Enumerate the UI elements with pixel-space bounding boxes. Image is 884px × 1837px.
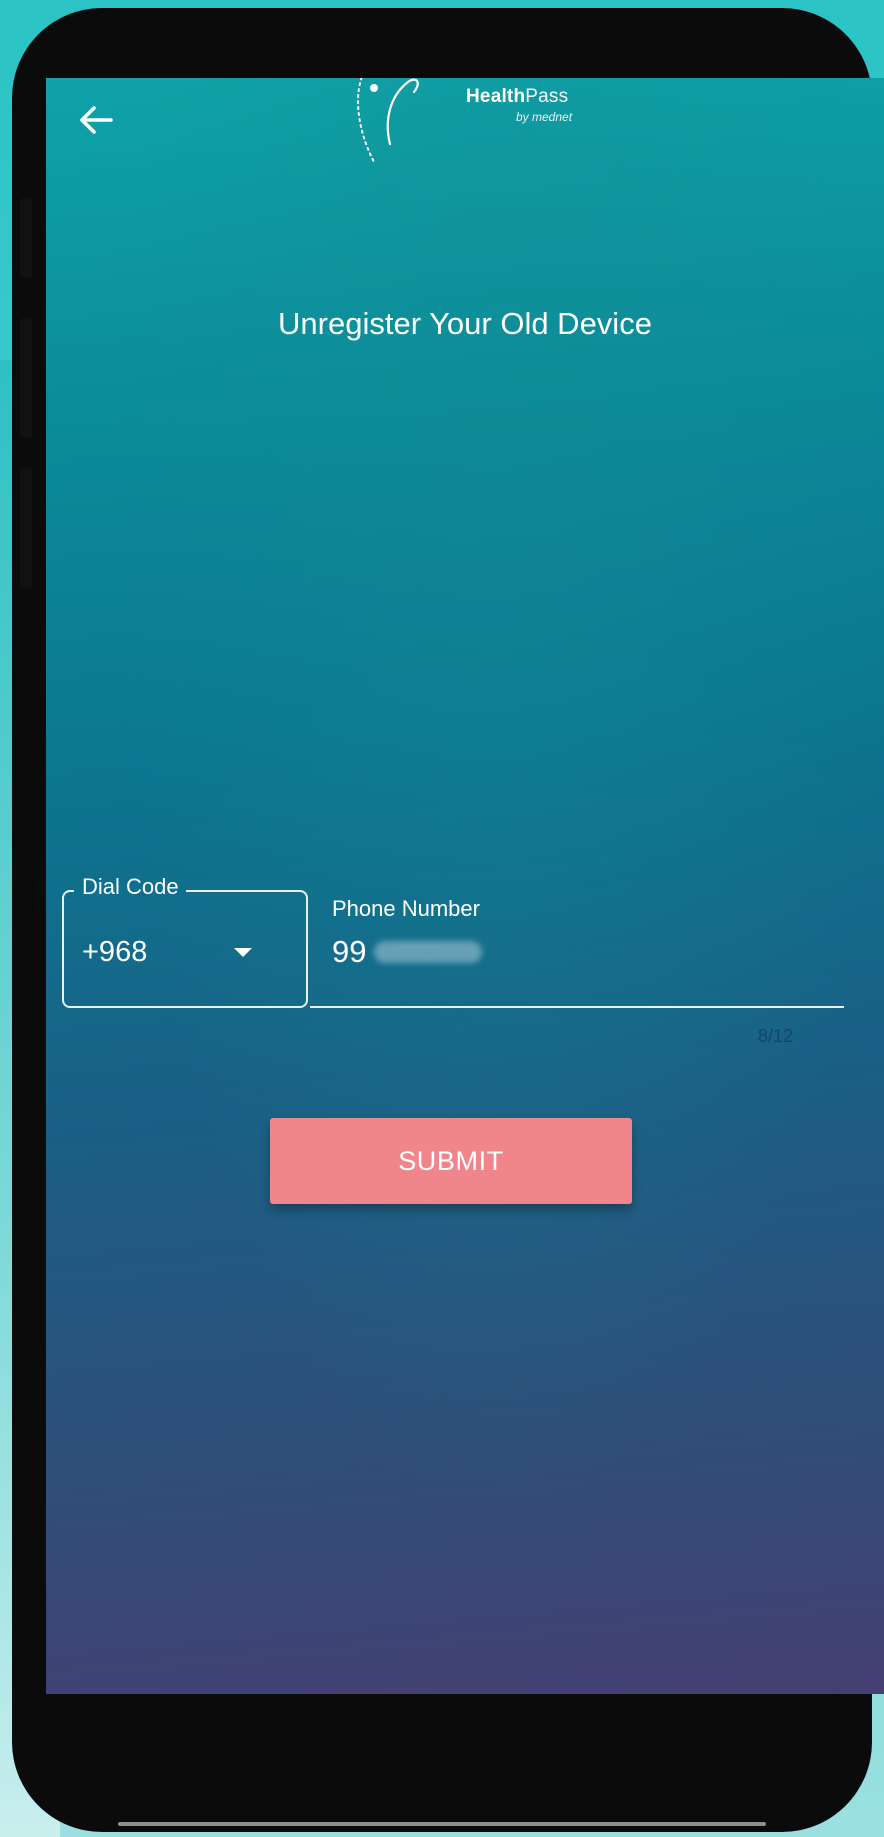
phone-number-visible-digits: 99 xyxy=(332,934,367,969)
dial-code-label: Dial Code xyxy=(82,874,179,899)
phone-number-input[interactable]: Phone Number 99 xyxy=(310,896,844,1008)
caret-down-icon xyxy=(234,948,252,957)
back-button[interactable] xyxy=(70,94,122,146)
phone-side-button xyxy=(20,318,32,438)
arrow-left-icon xyxy=(80,106,113,134)
phone-number-underline xyxy=(310,1006,844,1008)
logo-wordmark-light: Pass xyxy=(525,86,569,107)
top-bar: HealthPass by mednet xyxy=(46,78,884,188)
logo-mark xyxy=(357,78,419,163)
submit-button[interactable]: SUBMIT xyxy=(270,1118,632,1204)
healthpass-logo: HealthPass by mednet xyxy=(346,78,576,168)
logo-wordmark: HealthPass xyxy=(466,86,568,108)
character-counter: 8/12 xyxy=(758,1026,794,1046)
phone-number-label: Phone Number xyxy=(332,896,480,921)
app-screen: HealthPass by mednet Unregister Your Old… xyxy=(46,78,884,1694)
logo-subtitle: by mednet xyxy=(516,110,573,124)
logo-wordmark-bold: Health xyxy=(466,86,526,107)
home-indicator xyxy=(118,1822,766,1826)
phone-side-button xyxy=(20,468,32,588)
phone-number-value: 99 xyxy=(332,934,483,970)
page-title: Unregister Your Old Device xyxy=(278,306,652,341)
phone-number-redacted xyxy=(374,941,483,963)
dial-code-select[interactable]: Dial Code +968 xyxy=(62,874,308,1008)
phone-side-button xyxy=(20,198,32,278)
dial-code-value: +968 xyxy=(82,936,148,968)
